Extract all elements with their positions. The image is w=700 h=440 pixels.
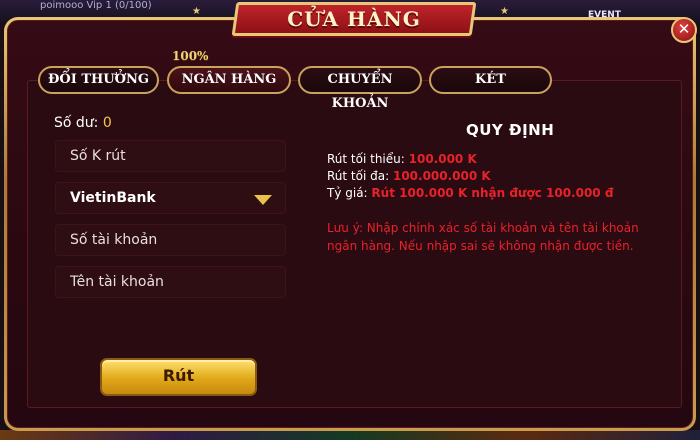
account-name-input[interactable]: Tên tài khoản (55, 266, 286, 298)
close-button[interactable]: ✕ (671, 17, 697, 43)
balance-label: Số dư: (54, 115, 99, 131)
rule-rate-label: Tỷ giá: (327, 186, 368, 200)
tab-doi-thuong[interactable]: ĐỔI THƯỞNG (38, 66, 159, 94)
rule-min: Rút tối thiểu: 100.000 K (327, 152, 477, 166)
close-icon: ✕ (677, 20, 691, 38)
rule-rate: Tỷ giá: Rút 100.000 K nhận được 100.000 … (327, 186, 613, 200)
tab-ket[interactable]: KÉT (429, 66, 552, 94)
star-icon: ★ (500, 6, 509, 17)
tab-badge: 100% (172, 49, 209, 63)
tab-ngan-hang[interactable]: NGÂN HÀNG (167, 66, 291, 94)
rules-title: QUY ĐỊNH (466, 121, 555, 139)
amount-input[interactable]: Số K rút (55, 140, 286, 172)
balance-row: Số dư: 0 (54, 115, 112, 131)
rule-max-label: Rút tối đa: (327, 169, 390, 183)
rule-min-value: 100.000 K (408, 152, 477, 166)
chevron-down-icon[interactable] (254, 195, 272, 205)
rule-rate-value: Rút 100.000 K nhận được 100.000 đ (371, 186, 614, 200)
user-info: poimooo Vip 1 (0/100) (40, 0, 152, 11)
rules-note: Lưu ý: Nhập chính xác số tài khoản và tê… (327, 221, 639, 253)
rule-min-label: Rút tối thiểu: (327, 152, 405, 166)
account-number-input[interactable]: Số tài khoản (55, 224, 286, 256)
page-title: CỬA HÀNG (287, 7, 421, 31)
tab-chuyen-khoan[interactable]: CHUYỂN KHOẢN (298, 66, 422, 111)
balance-value: 0 (102, 115, 112, 131)
rule-max: Rút tối đa: 100.000.000 K (327, 169, 491, 183)
rule-max-value: 100.000.000 K (392, 169, 491, 183)
withdraw-button[interactable]: Rút (100, 358, 257, 396)
background-footer (0, 430, 700, 440)
bank-select[interactable]: VietinBank (55, 182, 286, 214)
star-icon: ★ (192, 6, 201, 17)
